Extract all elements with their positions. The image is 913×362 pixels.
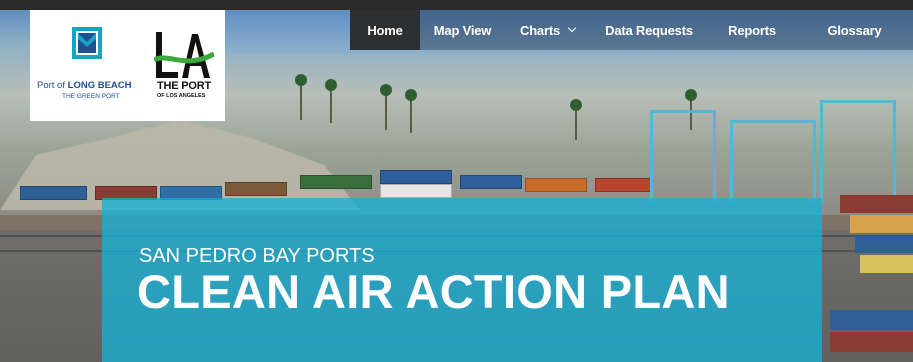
container-stack [850, 215, 913, 233]
port-of-la-logo-icon [154, 32, 214, 78]
nav-glossary[interactable]: Glossary [796, 10, 913, 50]
nav-map-view-label: Map View [433, 22, 492, 38]
nav-charts[interactable]: Charts [505, 10, 590, 50]
container [300, 175, 372, 189]
container [460, 175, 522, 189]
palm-tree [295, 74, 307, 86]
container-stack [830, 332, 913, 352]
container-stack [830, 310, 913, 330]
nav-reports[interactable]: Reports [708, 10, 796, 50]
main-nav: Home Map View Charts Data Requests Repor… [350, 10, 913, 50]
container-stack [840, 195, 913, 213]
container-stack [860, 255, 913, 273]
nav-home[interactable]: Home [350, 10, 420, 50]
top-strip [0, 0, 913, 10]
palm-tree [405, 89, 417, 101]
gantry-crane [820, 100, 896, 203]
long-beach-logo-icon [72, 27, 102, 59]
port-of-la-subname: OF LOS ANGELES [157, 93, 206, 99]
nav-charts-label: Charts [520, 22, 560, 38]
palm-tree [325, 79, 337, 91]
container [525, 178, 587, 192]
long-beach-main: LONG BEACH [67, 80, 132, 91]
palm-tree [685, 89, 697, 101]
long-beach-prefix: Port of [37, 80, 65, 91]
container [380, 184, 452, 198]
container [20, 186, 87, 200]
long-beach-name: Port of LONG BEACH [37, 80, 132, 91]
nav-home-label: Home [367, 22, 403, 38]
container [380, 170, 452, 184]
nav-data-requests-label: Data Requests [605, 22, 693, 38]
nav-glossary-label: Glossary [827, 22, 882, 38]
palm-trunk [300, 80, 302, 120]
long-beach-tagline: THE GREEN PORT [62, 93, 120, 100]
palm-tree [380, 84, 392, 96]
gantry-crane [650, 110, 716, 203]
gantry-crane [730, 120, 816, 203]
logo-panel[interactable]: Port of LONG BEACH THE GREEN PORT THE PO… [30, 10, 225, 121]
nav-reports-label: Reports [728, 22, 776, 38]
container-stack [855, 235, 913, 253]
nav-data-requests[interactable]: Data Requests [590, 10, 708, 50]
banner-title: CLEAN AIR ACTION PLAN [137, 265, 730, 318]
chevron-down-icon [567, 23, 577, 33]
port-of-la-name: THE PORT [157, 80, 212, 92]
nav-map-view[interactable]: Map View [420, 10, 505, 50]
container [225, 182, 287, 196]
palm-tree [570, 99, 582, 111]
palm-trunk [385, 90, 387, 130]
container [595, 178, 652, 192]
